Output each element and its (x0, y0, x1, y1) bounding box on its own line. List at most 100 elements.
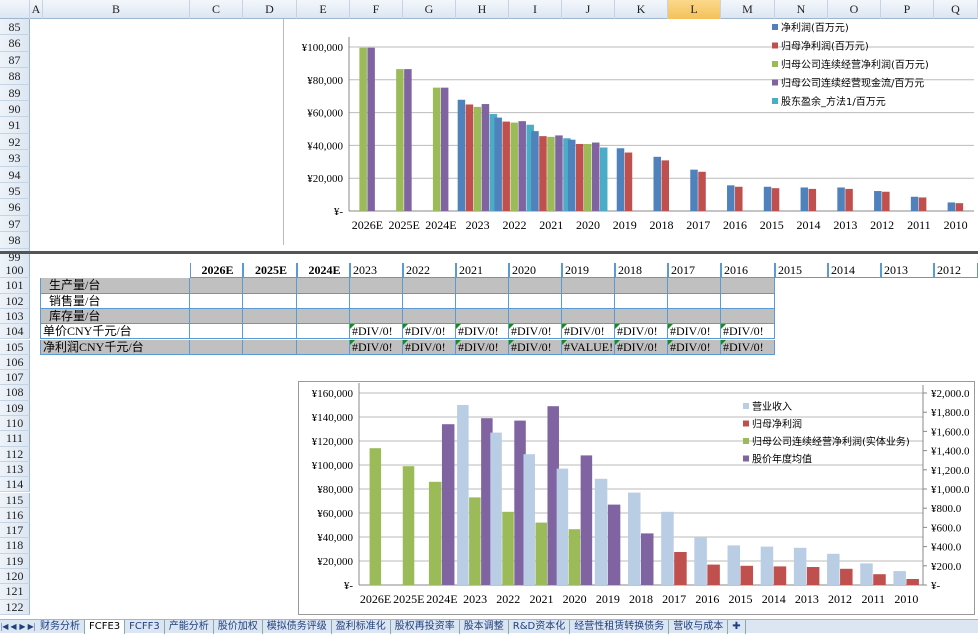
value-cell[interactable] (190, 339, 243, 355)
last-sheet-button[interactable]: ▶| (27, 622, 36, 631)
bar-0[interactable] (763, 186, 772, 211)
value-cell[interactable]: #DIV/0! (562, 324, 615, 340)
value-cell[interactable]: #DIV/0! (721, 339, 775, 355)
year-header-cell[interactable]: 2014 (828, 263, 881, 279)
bar-2[interactable] (583, 143, 592, 211)
bar-2[interactable] (502, 511, 514, 585)
bar-2[interactable] (535, 522, 547, 585)
row-label-cell[interactable]: 库存量/台 (40, 308, 190, 325)
bar-3[interactable] (555, 135, 563, 211)
value-cell[interactable] (243, 293, 297, 309)
year-header-cell[interactable]: 2022 (403, 263, 456, 279)
value-cell[interactable]: #VALUE! (562, 339, 615, 355)
row-header-116[interactable]: 116 (0, 507, 30, 524)
bar-3[interactable] (607, 504, 621, 585)
year-header-cell[interactable]: 2012 (934, 263, 978, 279)
sheet-tab[interactable]: FCFE3 (85, 619, 126, 634)
column-header-F[interactable]: F (350, 0, 403, 19)
row-header-94[interactable]: 94 (0, 166, 30, 183)
sheet-tab[interactable]: 模拟债务评级 (263, 619, 332, 634)
value-cell[interactable]: #DIV/0! (403, 324, 456, 340)
column-header-A[interactable]: A (30, 0, 43, 19)
bar-0[interactable] (494, 117, 502, 211)
bar-1[interactable] (539, 136, 547, 211)
row-header-117[interactable]: 117 (0, 523, 30, 539)
year-header-cell[interactable]: 2015 (775, 263, 828, 279)
row-header-98[interactable]: 98 (0, 232, 30, 249)
sheet-tab[interactable]: 营收与成本 (669, 619, 729, 634)
bar-0[interactable] (556, 468, 569, 585)
column-header-H[interactable]: H (456, 0, 509, 19)
bar-0[interactable] (616, 148, 625, 211)
bar-2[interactable] (402, 466, 415, 585)
bar-3[interactable] (404, 69, 412, 212)
row-header-88[interactable]: 88 (0, 68, 30, 85)
row-header-89[interactable]: 89 (0, 84, 30, 101)
bar-0[interactable] (837, 187, 845, 211)
row-header-85[interactable]: 85 (0, 19, 30, 36)
value-cell[interactable]: #DIV/0! (350, 324, 403, 340)
sheet-tab[interactable]: 股本调整 (460, 619, 509, 634)
row-label-cell[interactable]: 净利润CNY千元/台 (40, 339, 190, 355)
bar-1[interactable] (575, 143, 584, 211)
bar-0[interactable] (893, 571, 906, 585)
row-header-107[interactable]: 107 (0, 370, 30, 386)
bar-1[interactable] (502, 121, 510, 211)
value-cell[interactable]: #DIV/0! (615, 339, 668, 355)
value-cell[interactable]: #DIV/0! (456, 339, 509, 355)
value-cell[interactable]: #DIV/0! (615, 324, 668, 340)
row-header-111[interactable]: 111 (0, 431, 30, 447)
row-header-112[interactable]: 112 (0, 446, 30, 462)
bar-0[interactable] (594, 478, 608, 585)
bar-2[interactable] (432, 87, 441, 211)
value-cell[interactable] (190, 324, 243, 340)
bar-3[interactable] (518, 121, 526, 211)
value-cell[interactable] (350, 293, 403, 309)
value-cell[interactable] (190, 308, 243, 325)
row-header-119[interactable]: 119 (0, 553, 30, 569)
row-header-92[interactable]: 92 (0, 133, 30, 151)
bar-2[interactable] (547, 136, 555, 211)
bar-4[interactable] (599, 147, 608, 211)
row-header-113[interactable]: 113 (0, 461, 30, 478)
year-header-cell[interactable]: 2024E (297, 263, 350, 279)
value-cell[interactable] (403, 293, 456, 309)
bar-0[interactable] (727, 185, 735, 211)
row-header-91[interactable]: 91 (0, 117, 30, 134)
bar-0[interactable] (661, 511, 674, 585)
insert-sheet-icon[interactable]: ✚ (728, 619, 746, 634)
value-cell[interactable] (350, 278, 403, 294)
value-cell[interactable] (509, 308, 562, 325)
sheet-tab[interactable]: 股价加权 (214, 619, 263, 634)
row-header-108[interactable]: 108 (0, 385, 30, 401)
sheet-tab[interactable]: R&D资本化 (509, 619, 571, 634)
bar-1[interactable] (808, 188, 817, 211)
sheet-tab[interactable]: 股权再投资率 (391, 619, 460, 634)
bar-0[interactable] (694, 537, 707, 585)
row-header-105[interactable]: 105 (0, 339, 30, 355)
row-header-101[interactable]: 101 (0, 278, 30, 294)
value-cell[interactable] (721, 278, 775, 294)
bar-1[interactable] (773, 566, 787, 585)
top-profit-chart[interactable]: ¥- ¥20,000 ¥40,000 ¥60,000 ¥80,000 ¥100,000 20… (283, 19, 978, 245)
year-header-cell[interactable]: 2021 (456, 263, 509, 279)
prev-sheet-button[interactable]: ◀ (9, 622, 18, 631)
value-cell[interactable]: #DIV/0! (668, 324, 721, 340)
row-header-109[interactable]: 109 (0, 400, 30, 416)
row-header-93[interactable]: 93 (0, 150, 30, 167)
column-header-N[interactable]: N (775, 0, 828, 19)
bar-3[interactable] (641, 533, 654, 585)
bar-0[interactable] (860, 563, 873, 585)
bar-2[interactable] (473, 106, 482, 211)
bar-2[interactable] (396, 69, 404, 212)
year-header-cell[interactable]: 2013 (881, 263, 934, 279)
row-header-97[interactable]: 97 (0, 215, 30, 233)
bar-0[interactable] (727, 545, 741, 585)
bar-3[interactable] (481, 104, 490, 211)
row-label-cell[interactable]: 生产量/台 (40, 278, 190, 294)
bar-1[interactable] (740, 565, 754, 585)
row-header-102[interactable]: 102 (0, 293, 30, 309)
sheet-tab[interactable]: 经营性租赁转换债务 (570, 619, 670, 634)
bar-0[interactable] (793, 547, 807, 585)
column-header-P[interactable]: P (881, 0, 934, 19)
